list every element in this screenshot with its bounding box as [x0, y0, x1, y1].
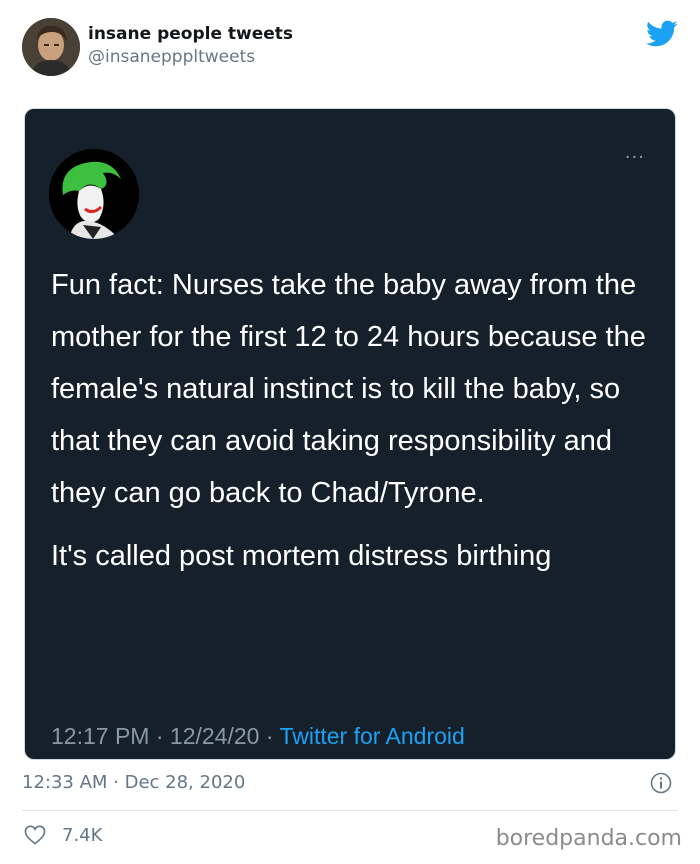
info-icon[interactable]: [650, 772, 672, 794]
tweet-timestamp[interactable]: 12:33 AM · Dec 28, 2020: [22, 772, 245, 793]
embedded-time: 12:17 PM: [51, 723, 150, 749]
joker-avatar-icon: [49, 149, 139, 239]
watermark: boredpanda.com: [495, 826, 682, 851]
embedded-tweet-meta: 12:17 PM · 12/24/20 · Twitter for Androi…: [51, 723, 465, 750]
display-name[interactable]: insane people tweets: [88, 23, 293, 45]
embedded-tweet-screenshot: ··· Fun fact: Nurses take the baby away …: [24, 108, 676, 760]
user-handle[interactable]: @insanepppltweets: [88, 45, 293, 69]
embedded-tweet-text: Fun fact: Nurses take the baby away from…: [51, 259, 651, 582]
tweet-header: insane people tweets @insanepppltweets: [22, 18, 682, 78]
embedded-avatar: [49, 149, 139, 239]
tweet-paragraph: Fun fact: Nurses take the baby away from…: [51, 269, 646, 509]
profile-avatar[interactable]: [22, 18, 80, 76]
like-count: 7.4K: [62, 824, 103, 846]
meta-separator: ·: [149, 723, 170, 749]
meta-separator: ·: [259, 723, 280, 749]
tweet-paragraph: It's called post mortem distress birthin…: [51, 540, 552, 572]
like-action[interactable]: 7.4K: [24, 822, 102, 848]
twitter-bird-icon[interactable]: [646, 20, 678, 48]
heart-icon[interactable]: [24, 825, 46, 845]
user-names: insane people tweets @insanepppltweets: [88, 23, 293, 69]
embedded-source: Twitter for Android: [279, 723, 465, 749]
more-options-icon: ···: [624, 147, 645, 168]
divider: [22, 810, 678, 811]
avatar-portrait: [22, 18, 80, 76]
embedded-date: 12/24/20: [169, 723, 260, 749]
